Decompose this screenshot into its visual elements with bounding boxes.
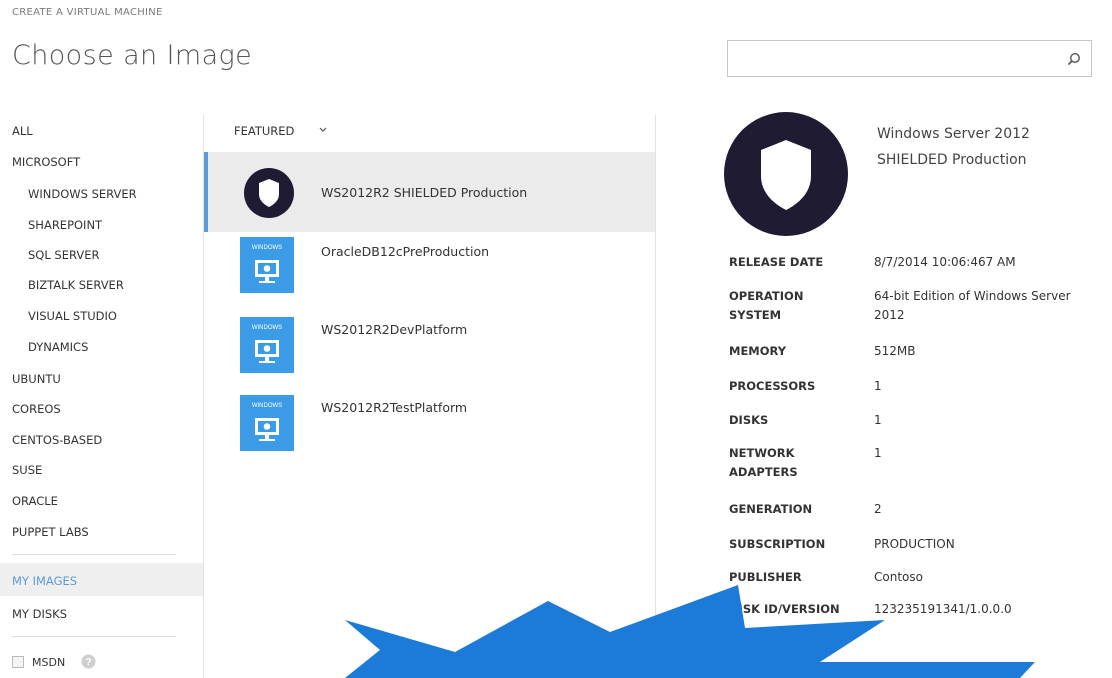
- image-name: WS2012R2TestPlatform: [321, 400, 468, 415]
- detail-value: 512MB: [874, 344, 916, 358]
- search-input[interactable]: [734, 47, 1054, 71]
- detail-label: RELEASE DATE: [729, 255, 824, 269]
- detail-value: 2: [874, 502, 882, 516]
- nav-item-ubuntu[interactable]: UBUNTU: [12, 372, 61, 386]
- msdn-label: MSDN: [32, 656, 66, 669]
- nav-item-sharepoint[interactable]: SHAREPOINT: [28, 218, 102, 232]
- detail-label: SUBSCRIPTION: [729, 537, 826, 551]
- windows-monitor-icon: WINDOWS: [240, 317, 294, 373]
- detail-value: 8/7/2014 10:06:467 AM: [874, 255, 1016, 269]
- nav-item-windows-server[interactable]: WINDOWS SERVER: [28, 187, 137, 201]
- detail-label: PUBLISHER: [729, 570, 802, 584]
- svg-text:?: ?: [85, 657, 91, 668]
- shield-icon: [244, 168, 294, 218]
- windows-monitor-icon: WINDOWS: [240, 237, 294, 293]
- image-list-item[interactable]: WS2012R2 SHIELDED Production: [204, 152, 655, 232]
- detail-value: PRODUCTION: [874, 537, 955, 551]
- image-list-item[interactable]: WINDOWS WS2012R2TestPlatform: [204, 390, 655, 470]
- detail-value: Contoso: [874, 570, 923, 584]
- nav-divider: [12, 554, 176, 555]
- detail-value: 1: [874, 413, 882, 427]
- detail-label: NETWORK ADAPTERS: [729, 446, 798, 479]
- search-box[interactable]: [727, 40, 1092, 77]
- image-name: WS2012R2DevPlatform: [321, 322, 468, 337]
- detail-value: 1: [874, 446, 882, 460]
- nav-divider: [12, 636, 176, 637]
- image-name: WS2012R2 SHIELDED Production: [321, 185, 528, 200]
- nav-item-coreos[interactable]: COREOS: [12, 402, 61, 416]
- column-divider: [655, 115, 656, 678]
- nav-item-dynamics[interactable]: DYNAMICS: [28, 340, 88, 354]
- nav-item-centos-based[interactable]: CENTOS-BASED: [12, 433, 102, 447]
- nav-item-oracle[interactable]: ORACLE: [12, 494, 58, 508]
- nav-item-all[interactable]: ALL: [12, 124, 33, 138]
- detail-label: MEMORY: [729, 344, 787, 358]
- tile-label: WINDOWS: [252, 403, 282, 409]
- nav-item-my-disks[interactable]: MY DISKS: [12, 607, 67, 621]
- image-detail-title: Windows Server 2012 SHIELDED Production: [877, 121, 1077, 173]
- nav-item-puppet-labs[interactable]: PUPPET LABS: [12, 525, 89, 539]
- detail-title-line: SHIELDED Production: [877, 152, 1027, 168]
- image-list-item[interactable]: WINDOWS OracleDB12cPreProduction: [204, 232, 655, 312]
- detail-label: GENERATION: [729, 502, 813, 516]
- detail-value: 1: [874, 379, 882, 393]
- chevron-down-icon[interactable]: [318, 124, 328, 134]
- nav-item-microsoft[interactable]: MICROSOFT: [12, 155, 80, 169]
- image-name: OracleDB12cPreProduction: [321, 244, 490, 259]
- featured-filter-label[interactable]: FEATURED: [234, 124, 294, 138]
- detail-label: DISKS: [729, 413, 769, 427]
- search-icon[interactable]: [1067, 52, 1081, 66]
- detail-label: DISK ID/VERSION: [729, 602, 840, 616]
- tile-label: WINDOWS: [252, 325, 282, 331]
- detail-label: PROCESSORS: [729, 379, 816, 393]
- detail-value: 123235191341/1.0.0.0: [874, 602, 1012, 616]
- nav-item-suse[interactable]: SUSE: [12, 463, 42, 477]
- detail-label: OPERATION SYSTEM: [729, 289, 804, 322]
- wizard-label: CREATE A VIRTUAL MACHINE: [12, 7, 163, 18]
- page-title: Choose an Image: [12, 40, 253, 71]
- help-icon[interactable]: ?: [81, 654, 96, 669]
- windows-monitor-icon: WINDOWS: [240, 395, 294, 451]
- detail-title-line: Windows Server 2012: [877, 126, 1030, 142]
- msdn-checkbox[interactable]: [12, 656, 24, 668]
- detail-value: 64-bit Edition of Windows Server 2012: [874, 289, 1071, 322]
- nav-item-visual-studio[interactable]: VISUAL STUDIO: [28, 309, 117, 323]
- nav-item-my-images[interactable]: MY IMAGES: [12, 574, 77, 588]
- nav-item-biztalk-server[interactable]: BIZTALK SERVER: [28, 278, 124, 292]
- nav-item-sql-server[interactable]: SQL SERVER: [28, 248, 99, 262]
- tile-label: WINDOWS: [252, 245, 282, 251]
- image-list-item[interactable]: WINDOWS WS2012R2DevPlatform: [204, 312, 655, 392]
- shield-logo-icon: [724, 112, 848, 236]
